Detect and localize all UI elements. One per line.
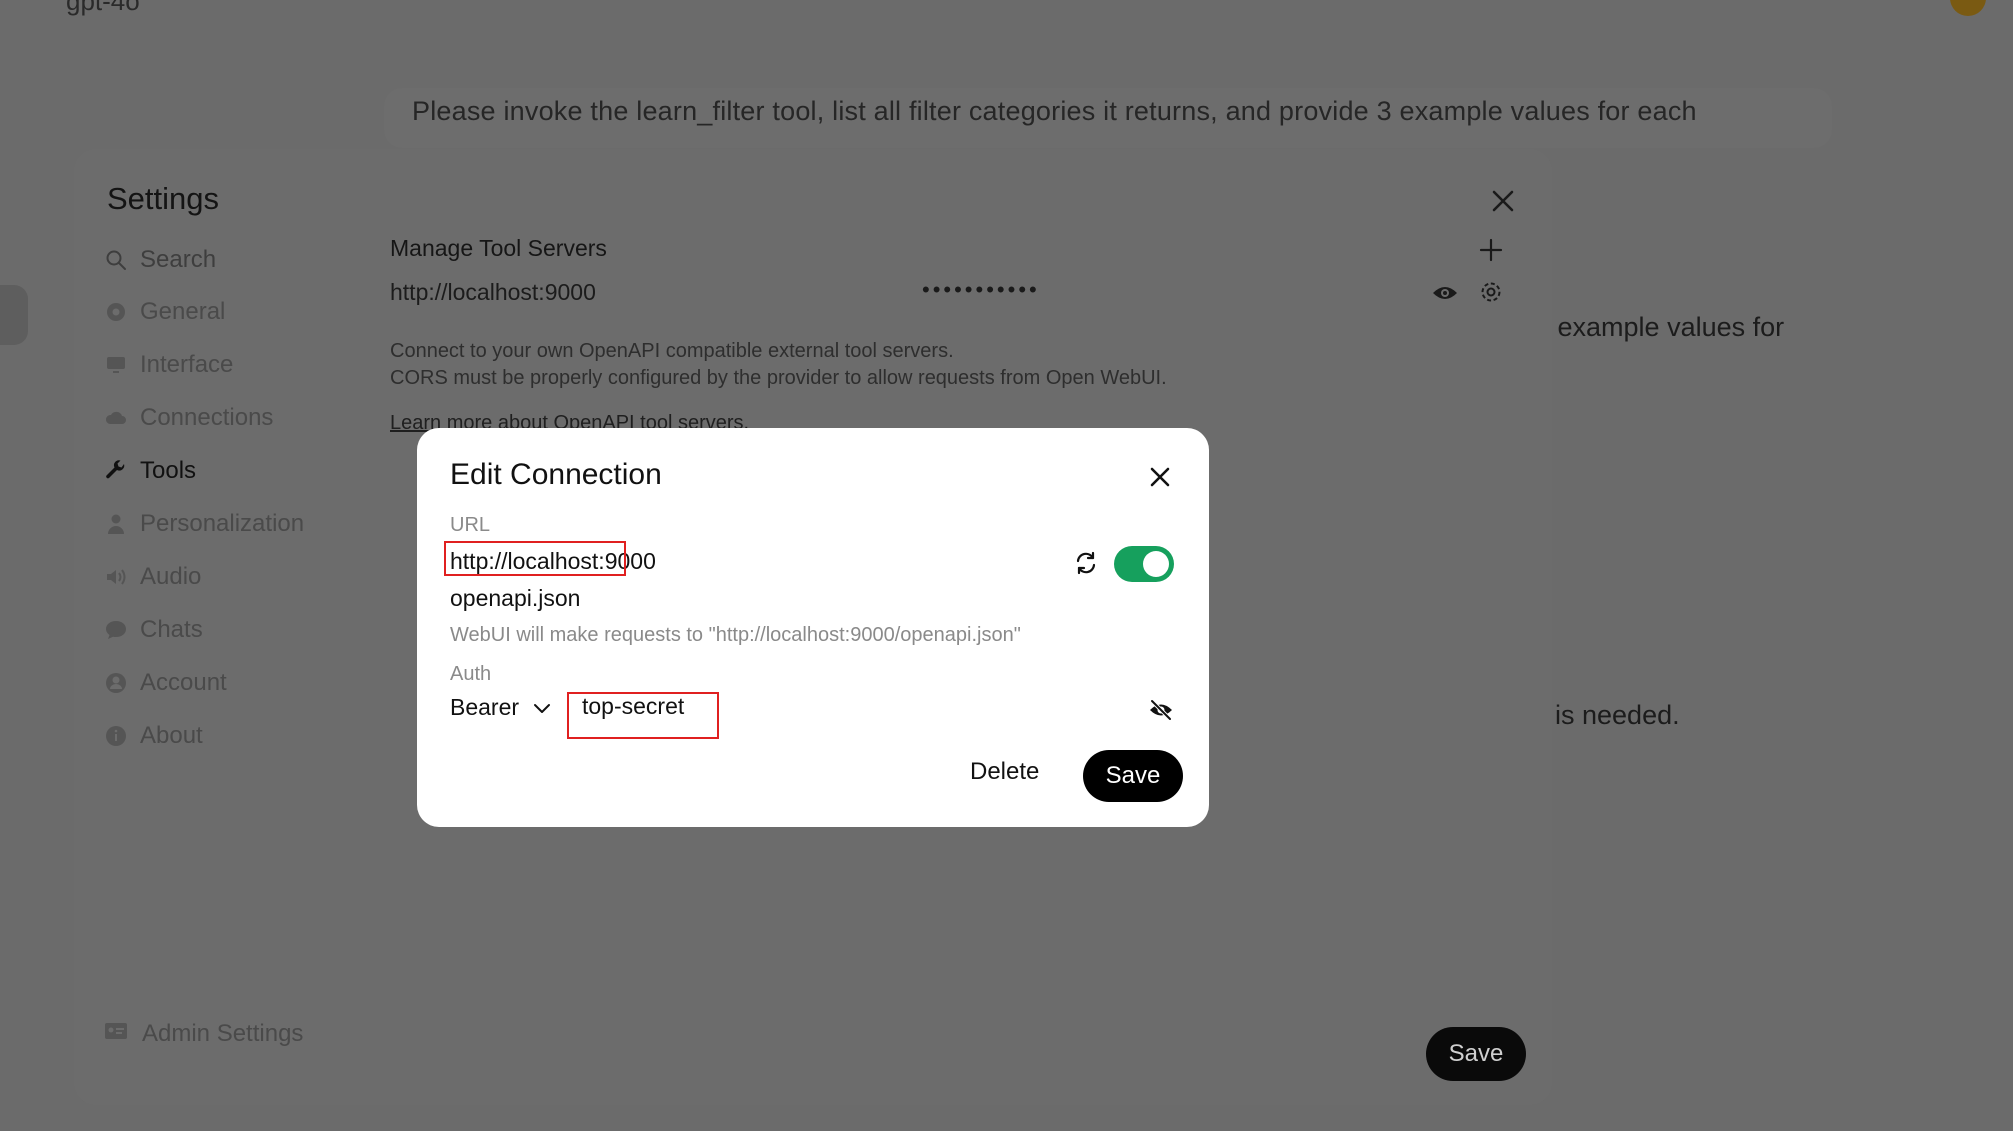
sidebar-item-general[interactable]: General <box>104 285 364 338</box>
settings-title: Settings <box>107 181 220 216</box>
sidebar-item-label: Chats <box>140 615 203 643</box>
close-icon[interactable] <box>1488 186 1518 216</box>
sidebar-item-tools[interactable]: Tools <box>104 444 364 497</box>
tool-server-url: http://localhost:9000 <box>390 279 596 305</box>
assistant-text-fragment: d example values for <box>1535 312 1785 342</box>
sidebar-item-about[interactable]: About <box>104 709 364 762</box>
panel-desc-line2: CORS must be properly configured by the … <box>390 367 1167 389</box>
panel-title: Manage Tool Servers <box>390 235 607 261</box>
sidebar-item-label: General <box>140 297 226 325</box>
delete-button[interactable]: Delete <box>970 758 1039 786</box>
search-input[interactable]: Search <box>140 246 216 274</box>
search-icon <box>104 248 128 272</box>
panel-description: Connect to your own OpenAPI compatible e… <box>390 338 1167 392</box>
wrench-icon <box>104 459 128 483</box>
gear-icon[interactable] <box>1478 279 1504 305</box>
tool-server-key-masked: ••••••••••• <box>922 277 1040 302</box>
settings-save-button[interactable]: Save <box>1426 1027 1526 1081</box>
chat-bubble-icon <box>104 618 128 642</box>
auth-type-select[interactable]: Bearer <box>450 694 551 721</box>
admin-settings-link[interactable]: Admin Settings <box>104 1020 303 1048</box>
sidebar-item-interface[interactable]: Interface <box>104 338 364 391</box>
close-icon[interactable] <box>1147 464 1173 490</box>
sidebar-item-label: Personalization <box>140 509 305 537</box>
user-prompt-bubble: Please invoke the learn_filter tool, lis… <box>384 88 1832 148</box>
tools-panel: Manage Tool Servers http://localhost:900… <box>390 235 1530 434</box>
settings-nav: Search General Interface Connections Too… <box>104 235 364 762</box>
id-card-icon <box>104 1020 128 1048</box>
account-circle-icon <box>104 671 128 695</box>
annotation-box-auth-key <box>567 692 719 739</box>
assistant-text-fragment-2: is needed. <box>1555 700 1680 730</box>
eye-slash-icon[interactable] <box>1148 698 1174 722</box>
sidebar-item-connections[interactable]: Connections <box>104 391 364 444</box>
auth-type-value: Bearer <box>450 694 520 720</box>
sidebar-item-label: Account <box>140 668 227 696</box>
annotation-box-url <box>444 541 626 576</box>
request-hint: WebUI will make requests to "http://loca… <box>450 624 1021 646</box>
plus-icon[interactable] <box>1478 237 1504 263</box>
sidebar-item-label: Tools <box>140 456 197 484</box>
monitor-icon <box>104 353 128 377</box>
sidebar-item-personalization[interactable]: Personalization <box>104 497 364 550</box>
enable-toggle[interactable] <box>1114 546 1174 582</box>
save-button[interactable]: Save <box>1083 750 1183 802</box>
tool-server-row: http://localhost:9000 ••••••••••• <box>390 277 1510 315</box>
sidebar-item-account[interactable]: Account <box>104 656 364 709</box>
chevron-down-icon <box>533 694 551 721</box>
info-icon <box>104 724 128 748</box>
sidebar-item-label: About <box>140 721 203 749</box>
sidebar-item-label: Connections <box>140 403 274 431</box>
admin-settings-label: Admin Settings <box>142 1020 304 1047</box>
sidebar-item-label: Audio <box>140 562 202 590</box>
model-selector: gpt-4o <box>66 0 140 16</box>
toggle-knob <box>1143 551 1169 577</box>
openapi-path-input[interactable]: openapi.json <box>450 585 580 612</box>
sidebar-item-chats[interactable]: Chats <box>104 603 364 656</box>
speaker-icon <box>104 565 128 589</box>
panel-desc-line1: Connect to your own OpenAPI compatible e… <box>390 340 954 362</box>
refresh-icon[interactable] <box>1073 550 1099 576</box>
settings-search[interactable]: Search <box>104 235 364 285</box>
dialog-title: Edit Connection <box>450 458 662 491</box>
sidebar-item-label: Interface <box>140 350 234 378</box>
auth-label: Auth <box>450 663 492 685</box>
url-label: URL <box>450 514 491 536</box>
sidebar-item-audio[interactable]: Audio <box>104 550 364 603</box>
cloud-icon <box>104 406 128 430</box>
user-icon <box>104 512 128 536</box>
edit-connection-dialog: Edit Connection URL http://localhost:900… <box>417 428 1209 827</box>
gear-icon <box>104 300 128 324</box>
eye-icon[interactable] <box>1432 282 1458 304</box>
sidebar-toggle <box>0 285 28 345</box>
